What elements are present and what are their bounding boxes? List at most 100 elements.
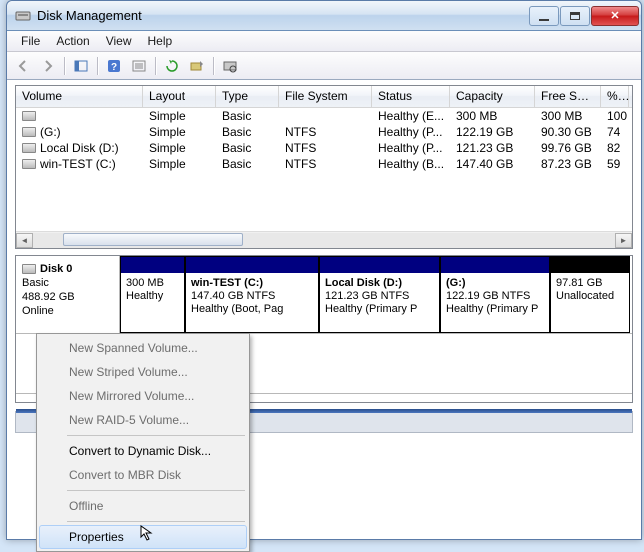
menu-help[interactable]: Help (140, 32, 181, 50)
window-title: Disk Management (37, 8, 529, 23)
help-icon[interactable]: ? (102, 55, 125, 77)
cell: NTFS (279, 125, 372, 139)
cursor-icon (140, 525, 156, 544)
column-header[interactable]: Capacity (450, 86, 535, 107)
cell: 59 (601, 157, 629, 171)
cell: 300 MB (535, 109, 601, 123)
svg-text:?: ? (110, 62, 116, 73)
cell: 122.19 GB (450, 125, 535, 139)
disk-icon (22, 264, 36, 274)
toolbar: ? (7, 52, 641, 80)
menu-item: New Mirrored Volume... (39, 384, 247, 408)
cell: win-TEST (C:) (16, 157, 143, 171)
table-row[interactable]: SimpleBasicHealthy (E...300 MB300 MB100 (16, 108, 632, 124)
partition[interactable]: Local Disk (D:)121.23 GB NTFSHealthy (Pr… (319, 256, 440, 333)
cell: 99.76 GB (535, 141, 601, 155)
column-header[interactable]: Layout (143, 86, 216, 107)
menu-view[interactable]: View (98, 32, 140, 50)
cell: Basic (216, 157, 279, 171)
titlebar[interactable]: Disk Management ✕ (7, 1, 641, 31)
menu-action[interactable]: Action (48, 32, 97, 50)
partition[interactable]: 300 MBHealthy (120, 256, 185, 333)
cell: 82 (601, 141, 629, 155)
partition-body: win-TEST (C:)147.40 GB NTFSHealthy (Boot… (186, 273, 318, 320)
partition-header (551, 257, 629, 273)
column-header[interactable]: Status (372, 86, 450, 107)
menu-item: New Spanned Volume... (39, 336, 247, 360)
disk-size: 488.92 GB (22, 290, 113, 304)
partition-body: 97.81 GBUnallocated (551, 273, 629, 307)
menu-item: New Striped Volume... (39, 360, 247, 384)
cell: Basic (216, 125, 279, 139)
menu-item: Offline (39, 494, 247, 518)
cell (16, 111, 143, 121)
table-row[interactable]: Local Disk (D:)SimpleBasicNTFSHealthy (P… (16, 140, 632, 156)
cell: 90.30 GB (535, 125, 601, 139)
partition-body: (G:)122.19 GB NTFSHealthy (Primary P (441, 273, 549, 320)
cell: 74 (601, 125, 629, 139)
properties-icon[interactable] (127, 55, 150, 77)
menu-separator (67, 521, 245, 522)
separator-icon (210, 55, 216, 77)
cell: 100 (601, 109, 629, 123)
cell: 300 MB (450, 109, 535, 123)
cell: Basic (216, 109, 279, 123)
cell: Local Disk (D:) (16, 141, 143, 155)
horizontal-scrollbar[interactable]: ◄ ► (16, 231, 632, 248)
table-row[interactable]: win-TEST (C:)SimpleBasicNTFSHealthy (B..… (16, 156, 632, 172)
close-button[interactable]: ✕ (591, 6, 639, 26)
minimize-button[interactable] (529, 6, 559, 26)
cell: Healthy (B... (372, 157, 450, 171)
rescan-icon[interactable] (185, 55, 208, 77)
partition[interactable]: (G:)122.19 GB NTFSHealthy (Primary P (440, 256, 550, 333)
forward-icon[interactable] (36, 55, 59, 77)
column-header[interactable]: Volume (16, 86, 143, 107)
menubar: File Action View Help (7, 31, 641, 52)
menu-item[interactable]: Convert to Dynamic Disk... (39, 439, 247, 463)
cell: Healthy (E... (372, 109, 450, 123)
drive-icon (22, 127, 36, 137)
table-row[interactable]: (G:)SimpleBasicNTFSHealthy (P...122.19 G… (16, 124, 632, 140)
cell: Simple (143, 141, 216, 155)
cell: Simple (143, 109, 216, 123)
scroll-thumb[interactable] (63, 233, 243, 246)
partition-unallocated[interactable]: 97.81 GBUnallocated (550, 256, 630, 333)
cell: NTFS (279, 157, 372, 171)
cell: Healthy (P... (372, 141, 450, 155)
cell: 147.40 GB (450, 157, 535, 171)
partition-body: 300 MBHealthy (121, 273, 184, 307)
disk-label[interactable]: Disk 0 Basic 488.92 GB Online (16, 256, 120, 333)
maximize-button[interactable] (560, 6, 590, 26)
cell: 87.23 GB (535, 157, 601, 171)
separator-icon (61, 55, 67, 77)
menu-item: New RAID-5 Volume... (39, 408, 247, 432)
back-icon[interactable] (11, 55, 34, 77)
volume-list[interactable]: VolumeLayoutTypeFile SystemStatusCapacit… (15, 85, 633, 249)
cell: NTFS (279, 141, 372, 155)
partition[interactable]: win-TEST (C:)147.40 GB NTFSHealthy (Boot… (185, 256, 319, 333)
partition-header (441, 257, 549, 273)
menu-item: Convert to MBR Disk (39, 463, 247, 487)
cell: Healthy (P... (372, 125, 450, 139)
column-header[interactable]: Type (216, 86, 279, 107)
drive-icon (22, 111, 36, 121)
menu-separator (67, 435, 245, 436)
show-hide-icon[interactable] (69, 55, 92, 77)
drive-icon (22, 159, 36, 169)
scroll-left-icon[interactable]: ◄ (16, 233, 33, 248)
column-headers: VolumeLayoutTypeFile SystemStatusCapacit… (16, 86, 632, 108)
column-header[interactable]: % F (601, 86, 629, 107)
cell: Simple (143, 157, 216, 171)
scroll-right-icon[interactable]: ► (615, 233, 632, 248)
refresh-icon[interactable] (160, 55, 183, 77)
cell: Simple (143, 125, 216, 139)
disk-row[interactable]: Disk 0 Basic 488.92 GB Online 300 MBHeal… (16, 256, 632, 334)
cell: (G:) (16, 125, 143, 139)
settings-icon[interactable] (218, 55, 241, 77)
menu-file[interactable]: File (13, 32, 48, 50)
column-header[interactable]: File System (279, 86, 372, 107)
drive-icon (22, 143, 36, 153)
column-header[interactable]: Free Spa... (535, 86, 601, 107)
cell: 121.23 GB (450, 141, 535, 155)
disk-name: Disk 0 (40, 262, 72, 276)
